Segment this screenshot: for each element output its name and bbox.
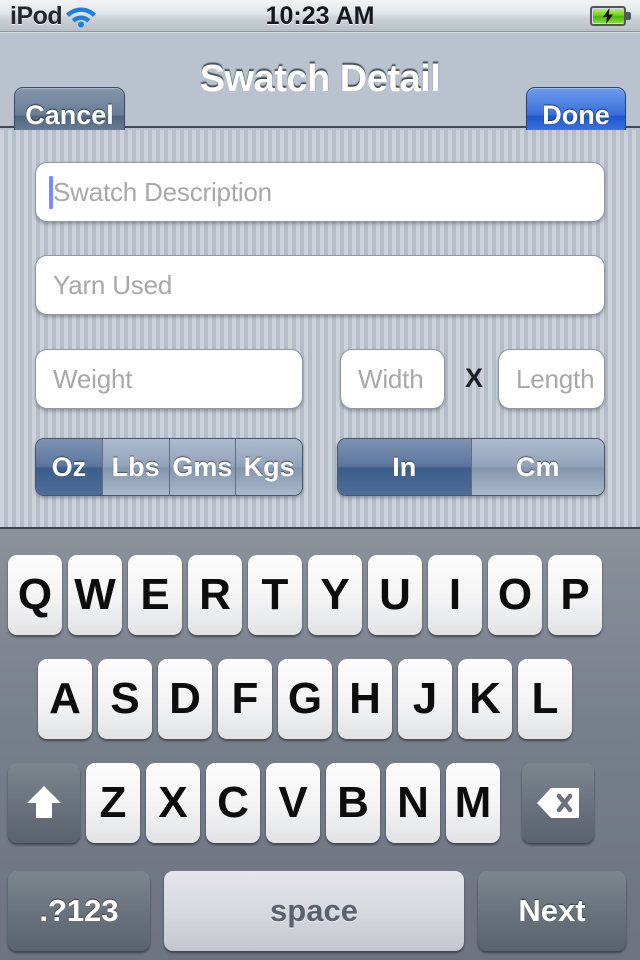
weight-placeholder: Weight <box>53 363 133 394</box>
key-h[interactable]: H <box>338 659 392 739</box>
width-input[interactable]: Width <box>340 349 445 409</box>
length-unit-segmented-control[interactable]: In Cm <box>337 438 605 496</box>
text-caret <box>49 176 53 209</box>
key-c[interactable]: C <box>206 763 260 843</box>
clock-label: 10:23 AM <box>265 2 375 30</box>
key-d[interactable]: D <box>158 659 212 739</box>
key-n[interactable]: N <box>386 763 440 843</box>
next-key[interactable]: Next <box>478 871 626 951</box>
onscreen-keyboard: Q W E R T Y U I O P A S D F G H J K L Z … <box>0 529 640 960</box>
navigation-bar: Cancel Swatch Detail Done <box>0 32 640 144</box>
backspace-key[interactable] <box>522 763 594 843</box>
key-a[interactable]: A <box>38 659 92 739</box>
key-m[interactable]: M <box>446 763 500 843</box>
segment-kgs[interactable]: Kgs <box>235 439 302 495</box>
key-e[interactable]: E <box>128 555 182 635</box>
segment-oz[interactable]: Oz <box>36 439 102 495</box>
dimension-separator: X <box>464 363 483 393</box>
shift-arrow-icon <box>27 786 61 818</box>
key-l[interactable]: L <box>518 659 572 739</box>
swatch-description-input[interactable]: Swatch Description <box>35 162 605 222</box>
key-s[interactable]: S <box>98 659 152 739</box>
keyboard-row-1: Q W E R T Y U I O P <box>0 555 640 635</box>
key-x[interactable]: X <box>146 763 200 843</box>
key-u[interactable]: U <box>368 555 422 635</box>
key-j[interactable]: J <box>398 659 452 739</box>
key-b[interactable]: B <box>326 763 380 843</box>
length-placeholder: Length <box>516 363 595 394</box>
form-content: Swatch Description Yarn Used Weight Widt… <box>0 130 640 529</box>
key-p[interactable]: P <box>548 555 602 635</box>
key-v[interactable]: V <box>266 763 320 843</box>
length-input[interactable]: Length <box>498 349 605 409</box>
keyboard-row-4: .?123 space Next <box>0 871 640 951</box>
width-placeholder: Width <box>358 363 424 394</box>
key-g[interactable]: G <box>278 659 332 739</box>
space-key[interactable]: space <box>164 871 464 951</box>
key-t[interactable]: T <box>248 555 302 635</box>
iphone-screen: iPod 10:23 AM Cancel Swatch Detail Done … <box>0 0 640 960</box>
key-i[interactable]: I <box>428 555 482 635</box>
backspace-icon <box>537 788 579 818</box>
status-bar: iPod 10:23 AM <box>0 0 640 32</box>
numeric-mode-key[interactable]: .?123 <box>8 871 150 951</box>
key-w[interactable]: W <box>68 555 122 635</box>
weight-input[interactable]: Weight <box>35 349 303 409</box>
yarn-used-input[interactable]: Yarn Used <box>35 255 605 315</box>
weight-unit-segmented-control[interactable]: Oz Lbs Gms Kgs <box>35 438 303 496</box>
segment-in[interactable]: In <box>338 439 471 495</box>
yarn-used-placeholder: Yarn Used <box>53 269 173 300</box>
segment-cm[interactable]: Cm <box>470 439 604 495</box>
key-f[interactable]: F <box>218 659 272 739</box>
key-z[interactable]: Z <box>86 763 140 843</box>
keyboard-row-2: A S D F G H J K L <box>0 659 640 739</box>
keyboard-row-3: Z X C V B N M <box>0 763 640 843</box>
key-r[interactable]: R <box>188 555 242 635</box>
swatch-description-placeholder: Swatch Description <box>53 176 272 207</box>
key-q[interactable]: Q <box>8 555 62 635</box>
key-y[interactable]: Y <box>308 555 362 635</box>
segment-gms[interactable]: Gms <box>168 439 236 495</box>
segment-lbs[interactable]: Lbs <box>101 439 169 495</box>
key-k[interactable]: K <box>458 659 512 739</box>
shift-key[interactable] <box>8 763 80 843</box>
key-o[interactable]: O <box>488 555 542 635</box>
battery-charging-icon <box>590 6 632 26</box>
